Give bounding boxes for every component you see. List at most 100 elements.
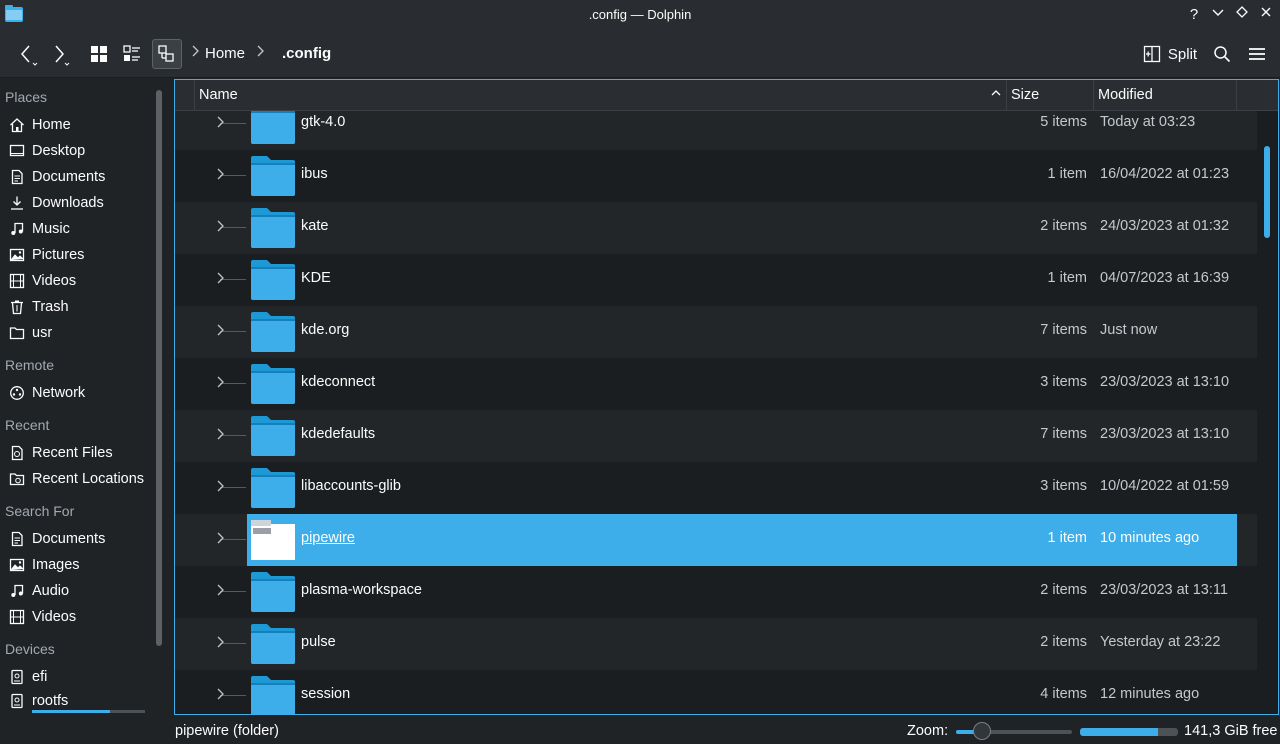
hamburger-menu-icon <box>1249 48 1265 60</box>
file-size: 1 item <box>1047 270 1088 286</box>
section-header-search-for: Search For <box>5 503 75 519</box>
expand-chevron-icon[interactable] <box>215 219 225 236</box>
window-title: .config — Dolphin <box>588 7 692 22</box>
file-row[interactable]: libaccounts-glib 3 items 10/04/2022 at 0… <box>175 462 1257 514</box>
menu-button[interactable] <box>1243 39 1271 69</box>
breadcrumb-current[interactable]: .config <box>282 45 331 62</box>
folder-icon <box>251 156 295 196</box>
file-row[interactable]: gtk-4.0 5 items Today at 03:23 <box>175 111 1257 150</box>
file-row[interactable]: pulse 2 items Yesterday at 23:22 <box>175 618 1257 670</box>
downloads-icon <box>8 194 26 212</box>
expand-chevron-icon[interactable] <box>215 635 225 652</box>
sidebar-item-recent-files[interactable]: Recent Files <box>0 440 150 466</box>
sidebar-item-audio[interactable]: Audio <box>0 578 150 604</box>
sidebar-item-music[interactable]: Music <box>0 216 150 242</box>
back-button[interactable] <box>12 39 42 69</box>
file-name: kde.org <box>301 322 350 338</box>
section-header-remote: Remote <box>5 357 55 373</box>
sidebar-item-documents[interactable]: Documents <box>0 526 150 552</box>
status-bar: pipewire (folder) Zoom: 141,3 GiB free <box>0 716 1280 744</box>
sidebar-item-images[interactable]: Images <box>0 552 150 578</box>
split-icon <box>1143 45 1161 63</box>
expand-chevron-icon[interactable] <box>215 167 225 184</box>
places-panel: Places Home Desktop Documents Downloads Music… <box>0 79 166 744</box>
expand-chevron-icon[interactable] <box>215 427 225 444</box>
column-size[interactable]: Size <box>1007 80 1094 111</box>
file-row[interactable]: ibus 1 item 16/04/2022 at 01:23 <box>175 150 1257 202</box>
file-row[interactable]: KDE 1 item 04/07/2023 at 16:39 <box>175 254 1257 306</box>
column-name[interactable]: Name <box>195 80 1007 111</box>
sidebar-item-usr[interactable]: usr <box>0 320 150 346</box>
details-view-icon <box>158 45 174 62</box>
sidebar-item-label: Images <box>32 557 80 573</box>
close-button[interactable] <box>1256 5 1276 25</box>
diamond-icon <box>1236 6 1248 18</box>
file-row[interactable]: kdedefaults 7 items 23/03/2023 at 13:10 <box>175 410 1257 462</box>
recent-files-icon <box>8 444 26 462</box>
expand-chevron-icon[interactable] <box>215 687 225 704</box>
file-row[interactable]: kate 2 items 24/03/2023 at 01:32 <box>175 202 1257 254</box>
sidebar-item-downloads[interactable]: Downloads <box>0 190 150 216</box>
sidebar-item-videos[interactable]: Videos <box>0 268 150 294</box>
expand-chevron-icon[interactable] <box>215 375 225 392</box>
search-button[interactable] <box>1208 39 1236 69</box>
folder-icon <box>251 260 295 300</box>
file-modified: 23/03/2023 at 13:11 <box>1100 582 1228 598</box>
chevron-right-icon <box>192 45 199 57</box>
split-button[interactable]: Split <box>1140 39 1200 69</box>
file-size: 5 items <box>1040 114 1087 130</box>
sidebar-item-desktop[interactable]: Desktop <box>0 138 150 164</box>
file-size: 7 items <box>1040 322 1087 338</box>
file-modified: Today at 03:23 <box>1100 114 1196 130</box>
sidebar-item-label: Trash <box>32 299 69 315</box>
minimize-button[interactable] <box>1208 5 1228 25</box>
sidebar-item-pictures[interactable]: Pictures <box>0 242 150 268</box>
expand-chevron-icon[interactable] <box>215 583 225 600</box>
breadcrumb-separator <box>255 44 265 61</box>
section-header-devices: Devices <box>5 641 55 657</box>
sidebar-item-trash[interactable]: Trash <box>0 294 150 320</box>
file-view[interactable]: Name Size Modified gtk-4.0 5 items Today… <box>174 79 1279 715</box>
sidebar-item-home[interactable]: Home <box>0 112 150 138</box>
folder-icon <box>251 572 295 612</box>
forward-button[interactable] <box>44 39 74 69</box>
sidebar-item-videos[interactable]: Videos <box>0 604 150 630</box>
file-name: libaccounts-glib <box>301 478 401 494</box>
expand-chevron-icon[interactable] <box>215 323 225 340</box>
audio-icon <box>8 582 26 600</box>
expand-chevron-icon[interactable] <box>215 271 225 288</box>
drive-icon <box>8 668 26 686</box>
file-row[interactable]: kdeconnect 3 items 23/03/2023 at 13:10 <box>175 358 1257 410</box>
sidebar-scrollbar[interactable] <box>156 90 162 646</box>
zoom-slider-handle[interactable] <box>972 722 991 740</box>
file-row[interactable]: kde.org 7 items Just now <box>175 306 1257 358</box>
details-view-button[interactable] <box>152 39 182 69</box>
folder-icon <box>251 208 295 248</box>
folder-icon <box>251 624 295 664</box>
section-header-recent: Recent <box>5 417 50 433</box>
expand-chevron-icon[interactable] <box>215 115 225 132</box>
help-button[interactable]: ? <box>1184 5 1204 25</box>
sidebar-item-recent-locations[interactable]: Recent Locations <box>0 466 150 492</box>
sidebar-item-label: Documents <box>32 531 106 547</box>
breadcrumb-home[interactable]: Home <box>205 45 245 62</box>
breadcrumb-separator <box>190 44 200 61</box>
file-size: 3 items <box>1040 374 1087 390</box>
sidebar-item-network[interactable]: Network <box>0 380 150 406</box>
compact-view-button[interactable] <box>118 39 146 69</box>
expand-chevron-icon[interactable] <box>215 479 225 496</box>
file-row[interactable]: pipewire 1 item 10 minutes ago <box>175 514 1257 566</box>
sidebar-item-efi[interactable]: efi <box>0 664 150 690</box>
sidebar-item-label: Videos <box>32 609 77 625</box>
minimize-icon <box>1212 9 1224 16</box>
vertical-scrollbar[interactable] <box>1264 146 1270 238</box>
expand-chevron-icon[interactable] <box>215 531 225 548</box>
sort-ascending-icon <box>990 87 1002 102</box>
icons-view-button[interactable] <box>85 39 113 69</box>
file-row[interactable]: session 4 items 12 minutes ago <box>175 670 1257 714</box>
column-modified[interactable]: Modified <box>1094 80 1237 111</box>
sidebar-item-documents[interactable]: Documents <box>0 164 150 190</box>
keep-above-button[interactable] <box>1232 5 1252 25</box>
file-row[interactable]: plasma-workspace 2 items 23/03/2023 at 1… <box>175 566 1257 618</box>
folder-icon <box>8 324 26 342</box>
